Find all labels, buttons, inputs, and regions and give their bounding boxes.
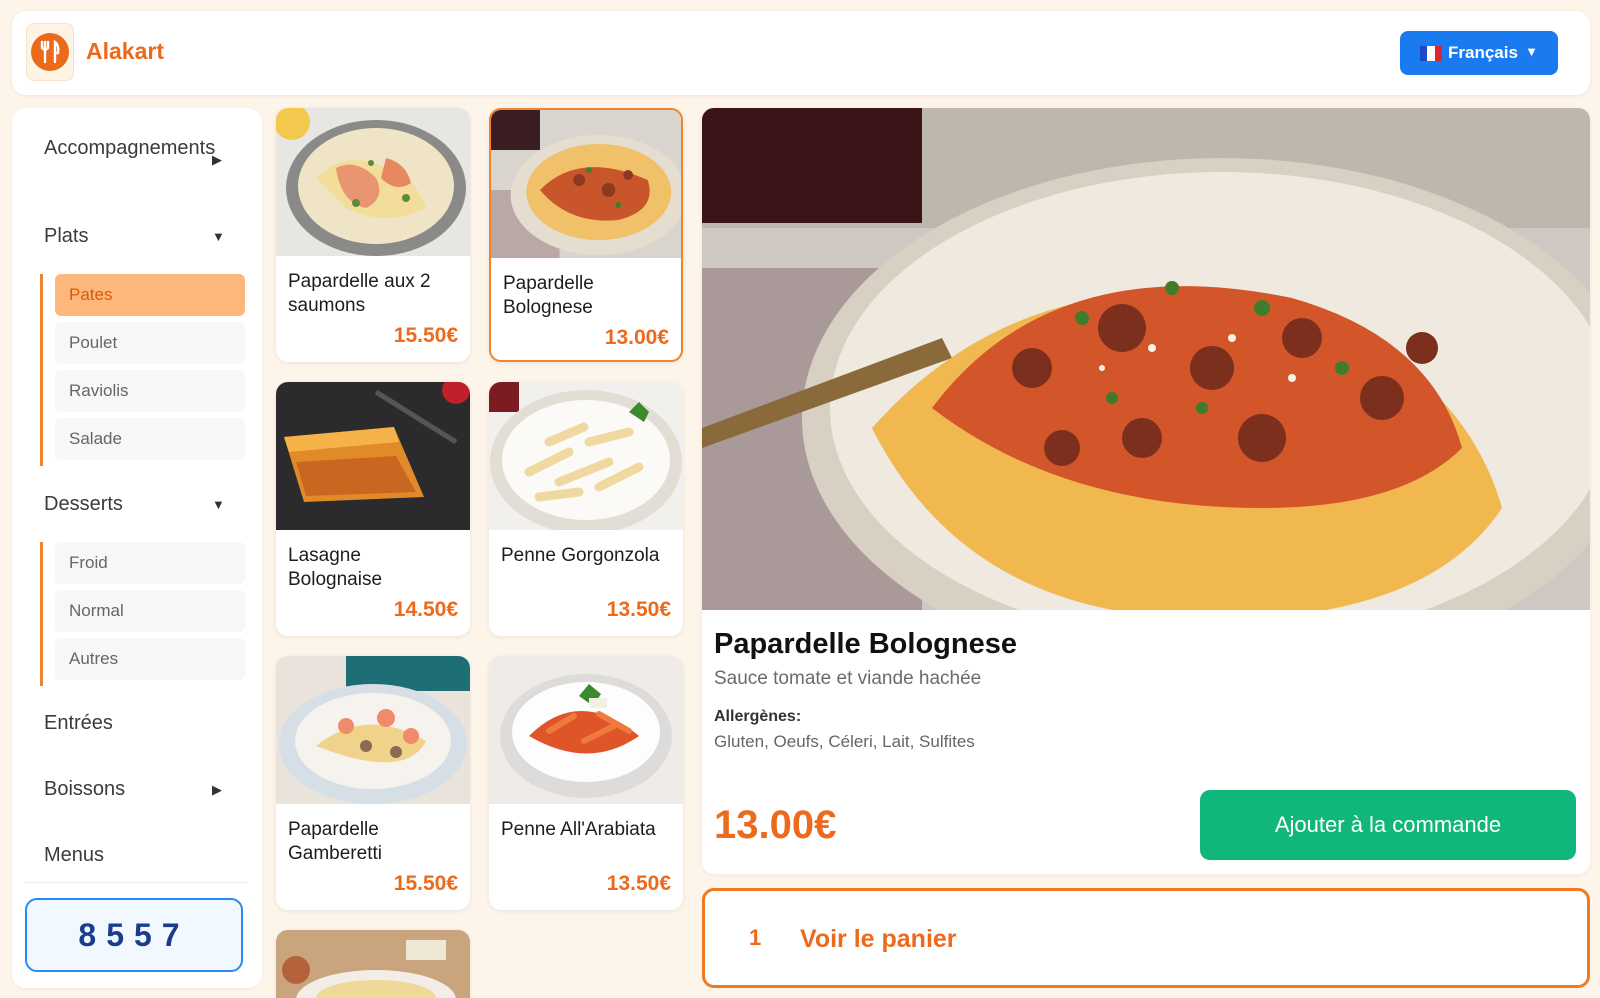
chevron-right-icon[interactable]: ▶ bbox=[212, 782, 222, 798]
product-image bbox=[491, 110, 681, 258]
brand-name: Alakart bbox=[86, 38, 164, 64]
product-detail-panel: Papardelle Bolognese Sauce tomate et via… bbox=[702, 108, 1590, 874]
category-desserts[interactable]: Desserts bbox=[44, 493, 123, 516]
product-name: Lasagne Bolognaise bbox=[288, 545, 383, 590]
product-detail-image bbox=[702, 108, 1590, 610]
category-boissons[interactable]: Boissons bbox=[44, 778, 125, 801]
subcategory-raviolis[interactable]: Raviolis bbox=[55, 370, 245, 412]
product-name: Penne Gorgonzola bbox=[501, 545, 660, 566]
chevron-down-icon: ▼ bbox=[1525, 44, 1538, 59]
app-header: Alakart Français ▼ bbox=[12, 11, 1590, 95]
language-selector[interactable]: Français ▼ bbox=[1400, 31, 1558, 75]
product-detail-price: 13.00€ bbox=[714, 803, 837, 847]
table-code-display: 8557 bbox=[25, 898, 243, 972]
cart-label: Voir le panier bbox=[800, 925, 957, 953]
category-entrees[interactable]: Entrées bbox=[44, 712, 113, 735]
logo[interactable] bbox=[26, 23, 74, 81]
plats-subcategories: Pates Poulet Raviolis Salade bbox=[40, 274, 245, 466]
product-image bbox=[489, 656, 683, 804]
subcategory-autres[interactable]: Autres bbox=[55, 638, 245, 680]
product-card[interactable] bbox=[276, 930, 470, 998]
product-image bbox=[276, 656, 470, 804]
product-card[interactable]: Penne Gorgonzola 13.50€ bbox=[489, 382, 683, 636]
subcategory-poulet[interactable]: Poulet bbox=[55, 322, 245, 364]
divider bbox=[24, 882, 248, 883]
category-sidebar: Accompagnements ▶ Plats ▼ Pates Poulet R… bbox=[12, 108, 262, 988]
subcategory-normal[interactable]: Normal bbox=[55, 590, 245, 632]
category-plats[interactable]: Plats bbox=[44, 225, 88, 248]
product-card[interactable]: Papardelle aux 2 saumons 15.50€ bbox=[276, 108, 470, 362]
allergens-list: Gluten, Oeufs, Céleri, Lait, Sulfites bbox=[714, 732, 975, 751]
allergens-label: Allergènes: bbox=[714, 708, 802, 725]
product-detail-title: Papardelle Bolognese bbox=[714, 628, 1017, 660]
product-name: Papardelle Gamberetti bbox=[288, 819, 382, 864]
product-image bbox=[276, 930, 470, 998]
category-menus-clip: Menus bbox=[12, 844, 262, 872]
product-name: Penne All'Arabiata bbox=[501, 819, 656, 840]
product-price: 13.50€ bbox=[606, 598, 671, 621]
subcategory-salade[interactable]: Salade bbox=[55, 418, 245, 460]
product-price: 15.50€ bbox=[393, 324, 458, 347]
chevron-down-icon[interactable]: ▼ bbox=[212, 497, 225, 512]
subcategory-froid[interactable]: Froid bbox=[55, 542, 245, 584]
language-label: Français bbox=[1448, 43, 1518, 62]
desserts-subcategories: Froid Normal Autres bbox=[40, 542, 245, 686]
product-image bbox=[489, 382, 683, 530]
product-card[interactable]: Papardelle Gamberetti 15.50€ bbox=[276, 656, 470, 910]
product-image bbox=[276, 382, 470, 530]
cart-count: 1 bbox=[749, 925, 762, 950]
add-to-order-button[interactable]: Ajouter à la commande bbox=[1200, 790, 1576, 860]
product-name: Papardelle Bolognese bbox=[503, 273, 594, 318]
product-card[interactable]: Penne All'Arabiata 13.50€ bbox=[489, 656, 683, 910]
product-image bbox=[276, 108, 470, 256]
product-price: 13.00€ bbox=[604, 326, 669, 349]
product-card[interactable]: Lasagne Bolognaise 14.50€ bbox=[276, 382, 470, 636]
flag-fr-icon bbox=[1420, 45, 1442, 61]
product-price: 15.50€ bbox=[393, 872, 458, 895]
product-card-selected[interactable]: Papardelle Bolognese 13.00€ bbox=[489, 108, 683, 362]
product-price: 14.50€ bbox=[393, 598, 458, 621]
chevron-right-icon[interactable]: ▶ bbox=[212, 152, 222, 168]
category-menus[interactable]: Menus bbox=[44, 844, 104, 867]
category-accompagnements[interactable]: Accompagnements bbox=[44, 136, 215, 160]
view-cart-button[interactable]: 1 Voir le panier bbox=[702, 888, 1590, 988]
logo-fork-knife-icon bbox=[31, 33, 69, 71]
subcategory-pates[interactable]: Pates bbox=[55, 274, 245, 316]
product-name: Papardelle aux 2 saumons bbox=[288, 271, 431, 316]
product-price: 13.50€ bbox=[606, 872, 671, 895]
chevron-down-icon[interactable]: ▼ bbox=[212, 229, 225, 244]
product-detail-description: Sauce tomate et viande hachée bbox=[714, 668, 982, 689]
